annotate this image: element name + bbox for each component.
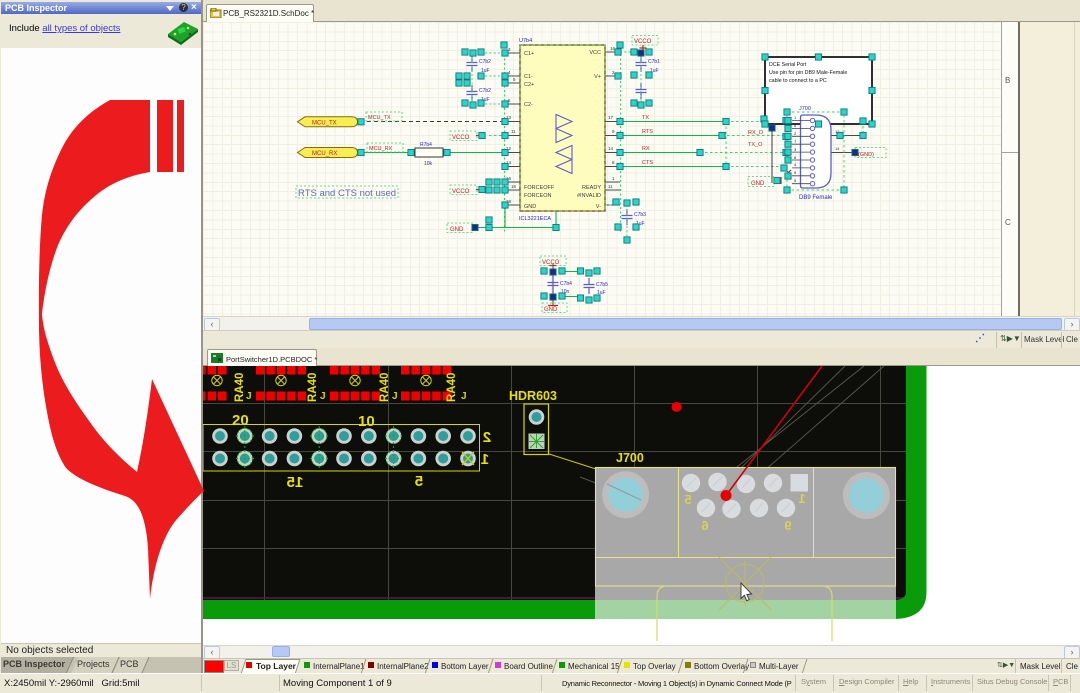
svg-text:17: 17 xyxy=(608,115,614,120)
svg-text:GND: GND xyxy=(524,204,536,210)
svg-text:RX: RX xyxy=(642,146,650,152)
svg-text:8: 8 xyxy=(612,160,615,165)
svg-text:2: 2 xyxy=(794,131,797,136)
svg-text:C1+: C1+ xyxy=(524,51,534,57)
svg-text:MCU_TX: MCU_TX xyxy=(312,120,337,126)
svg-text:TX: TX xyxy=(642,115,649,121)
svg-text:5: 5 xyxy=(684,492,691,507)
svg-text:10: 10 xyxy=(358,413,375,430)
svg-text:FORCEON: FORCEON xyxy=(524,193,552,199)
svg-text:6: 6 xyxy=(701,518,708,533)
svg-text:R7b4: R7b4 xyxy=(420,142,432,148)
svg-text:5: 5 xyxy=(513,77,516,82)
svg-text:C2+: C2+ xyxy=(524,82,534,88)
svg-text:READY: READY xyxy=(582,185,601,191)
svg-text:J: J xyxy=(246,391,252,402)
svg-text:RA40: RA40 xyxy=(234,373,246,402)
svg-text:7: 7 xyxy=(794,139,797,144)
svg-text:DCE Serial Port: DCE Serial Port xyxy=(769,62,807,68)
svg-text:FORCEOFF: FORCEOFF xyxy=(524,185,555,191)
svg-text:TX_O: TX_O xyxy=(748,142,763,148)
svg-text:11: 11 xyxy=(511,129,516,134)
svg-text:#INVALID: #INVALID xyxy=(577,193,601,199)
svg-text:C2-: C2- xyxy=(524,102,533,108)
svg-text:J: J xyxy=(392,391,398,402)
svg-text:MCU_TX: MCU_TX xyxy=(368,115,391,121)
svg-text:RX_O: RX_O xyxy=(748,130,764,136)
svg-text:MCU_RX: MCU_RX xyxy=(369,146,393,152)
svg-text:5: 5 xyxy=(415,473,423,490)
svg-text:cable to connect to a PC: cable to connect to a PC xyxy=(769,78,827,84)
svg-text:RA40: RA40 xyxy=(307,373,319,402)
svg-text:DB9 Female: DB9 Female xyxy=(799,195,833,201)
svg-text:C1-: C1- xyxy=(524,74,533,80)
svg-text:HDR603: HDR603 xyxy=(509,389,557,403)
svg-text:1: 1 xyxy=(612,176,615,181)
svg-text:RA40: RA40 xyxy=(446,373,458,402)
svg-text:1: 1 xyxy=(481,451,489,468)
svg-text:20: 20 xyxy=(232,412,249,429)
svg-text:U7b4: U7b4 xyxy=(519,38,532,44)
svg-text:C7b3: C7b3 xyxy=(634,212,646,218)
svg-text:VCC: VCC xyxy=(589,50,601,56)
svg-text:C7b5: C7b5 xyxy=(596,282,608,288)
svg-text:RA40: RA40 xyxy=(379,373,391,402)
svg-text:MCU_RX: MCU_RX xyxy=(312,151,337,157)
svg-text:9: 9 xyxy=(794,170,797,175)
svg-text:ICL3221ECA: ICL3221ECA xyxy=(519,216,551,222)
svg-text:2: 2 xyxy=(483,429,491,446)
svg-text:VCCO: VCCO xyxy=(634,39,652,45)
svg-text:4: 4 xyxy=(794,162,797,167)
svg-text:J700: J700 xyxy=(616,451,644,465)
svg-text:14: 14 xyxy=(608,146,614,151)
svg-text:8: 8 xyxy=(794,155,797,160)
svg-text:10k: 10k xyxy=(424,161,433,167)
svg-text:V-: V- xyxy=(596,204,601,210)
svg-text:J: J xyxy=(461,391,467,402)
svg-text:RTS and CTS not used: RTS and CTS not used xyxy=(298,188,396,199)
svg-text:3: 3 xyxy=(794,147,797,152)
svg-text:C7b2: C7b2 xyxy=(479,88,491,94)
svg-text:J700: J700 xyxy=(799,106,811,112)
svg-text:CTS: CTS xyxy=(642,160,653,166)
svg-text:14: 14 xyxy=(835,146,840,151)
svg-text:9: 9 xyxy=(784,518,791,533)
svg-text:9: 9 xyxy=(612,129,615,134)
svg-text:11: 11 xyxy=(608,184,613,189)
svg-text:15: 15 xyxy=(287,474,304,491)
svg-text:1: 1 xyxy=(798,491,805,506)
svg-text:J: J xyxy=(320,391,326,402)
svg-text:C7b2: C7b2 xyxy=(479,59,491,65)
svg-text:RTS: RTS xyxy=(642,129,653,135)
svg-text:C7b4: C7b4 xyxy=(560,281,572,287)
svg-text:15: 15 xyxy=(511,184,517,189)
svg-text:C7b1: C7b1 xyxy=(648,59,660,65)
svg-text:Use pin for pin DB9 Male-Femal: Use pin for pin DB9 Male-Female xyxy=(769,70,847,76)
svg-text:V+: V+ xyxy=(594,74,601,80)
svg-text:5: 5 xyxy=(794,178,797,183)
